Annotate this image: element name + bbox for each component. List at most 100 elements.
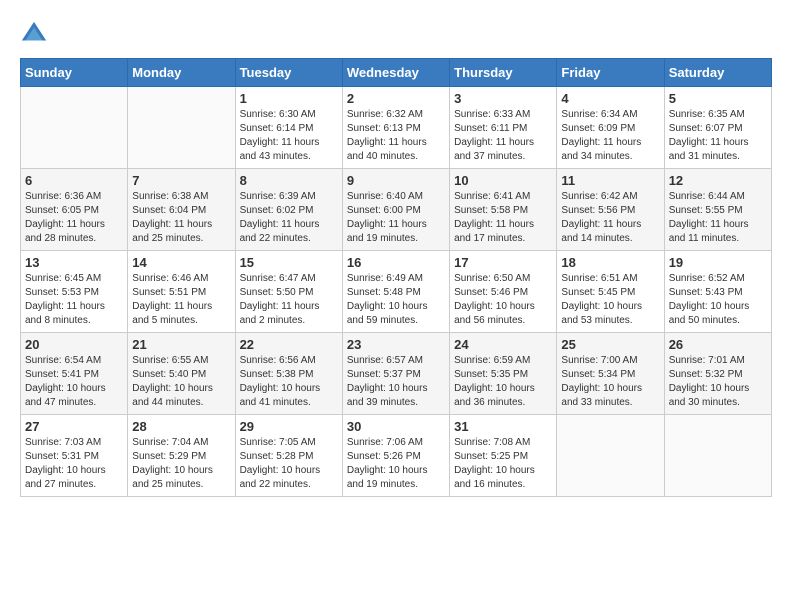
day-number: 10: [454, 173, 552, 188]
day-info: Sunrise: 6:54 AM Sunset: 5:41 PM Dayligh…: [25, 354, 123, 410]
day-info: Sunrise: 6:40 AM Sunset: 6:00 PM Dayligh…: [347, 190, 445, 246]
calendar-cell: 8 Sunrise: 6:39 AM Sunset: 6:02 PM Daylig…: [235, 169, 342, 251]
calendar-cell: 15 Sunrise: 6:47 AM Sunset: 5:50 PM Dayli…: [235, 251, 342, 333]
calendar-cell: 12 Sunrise: 6:44 AM Sunset: 5:55 PM Dayli…: [664, 169, 771, 251]
calendar-cell: 4 Sunrise: 6:34 AM Sunset: 6:09 PM Daylig…: [557, 87, 664, 169]
weekday-header-row: SundayMondayTuesdayWednesdayThursdayFrid…: [21, 59, 772, 87]
calendar-cell: 23 Sunrise: 6:57 AM Sunset: 5:37 PM Dayli…: [342, 333, 449, 415]
day-info: Sunrise: 6:35 AM Sunset: 6:07 PM Dayligh…: [669, 108, 767, 164]
calendar-table: SundayMondayTuesdayWednesdayThursdayFrid…: [20, 58, 772, 497]
day-info: Sunrise: 6:36 AM Sunset: 6:05 PM Dayligh…: [25, 190, 123, 246]
day-info: Sunrise: 6:57 AM Sunset: 5:37 PM Dayligh…: [347, 354, 445, 410]
calendar-week-3: 13 Sunrise: 6:45 AM Sunset: 5:53 PM Dayli…: [21, 251, 772, 333]
day-info: Sunrise: 7:03 AM Sunset: 5:31 PM Dayligh…: [25, 436, 123, 492]
calendar-cell: 1Sunrise: 6:30 AM Sunset: 6:14 PM Daylig…: [235, 87, 342, 169]
calendar-cell: 3 Sunrise: 6:33 AM Sunset: 6:11 PM Daylig…: [450, 87, 557, 169]
day-info: Sunrise: 6:56 AM Sunset: 5:38 PM Dayligh…: [240, 354, 338, 410]
calendar-cell: 7 Sunrise: 6:38 AM Sunset: 6:04 PM Daylig…: [128, 169, 235, 251]
page-header: [20, 20, 772, 48]
calendar-cell: 24 Sunrise: 6:59 AM Sunset: 5:35 PM Dayli…: [450, 333, 557, 415]
day-info: Sunrise: 6:34 AM Sunset: 6:09 PM Dayligh…: [561, 108, 659, 164]
logo: [20, 20, 50, 48]
day-number: 7: [132, 173, 230, 188]
day-number: 25: [561, 337, 659, 352]
weekday-header-thursday: Thursday: [450, 59, 557, 87]
weekday-header-wednesday: Wednesday: [342, 59, 449, 87]
calendar-cell: 11 Sunrise: 6:42 AM Sunset: 5:56 PM Dayli…: [557, 169, 664, 251]
calendar-cell: 31Sunrise: 7:08 AM Sunset: 5:25 PM Dayli…: [450, 415, 557, 497]
calendar-cell: [557, 415, 664, 497]
logo-icon: [20, 20, 48, 48]
day-number: 26: [669, 337, 767, 352]
weekday-header-saturday: Saturday: [664, 59, 771, 87]
calendar-cell: 9 Sunrise: 6:40 AM Sunset: 6:00 PM Daylig…: [342, 169, 449, 251]
day-number: 31: [454, 419, 552, 434]
calendar-cell: 26 Sunrise: 7:01 AM Sunset: 5:32 PM Dayli…: [664, 333, 771, 415]
day-number: 17: [454, 255, 552, 270]
day-info: Sunrise: 6:30 AM Sunset: 6:14 PM Dayligh…: [240, 108, 338, 164]
calendar-cell: [664, 415, 771, 497]
day-number: 12: [669, 173, 767, 188]
day-info: Sunrise: 6:42 AM Sunset: 5:56 PM Dayligh…: [561, 190, 659, 246]
day-info: Sunrise: 6:55 AM Sunset: 5:40 PM Dayligh…: [132, 354, 230, 410]
weekday-header-friday: Friday: [557, 59, 664, 87]
day-info: Sunrise: 6:44 AM Sunset: 5:55 PM Dayligh…: [669, 190, 767, 246]
calendar-cell: 18Sunrise: 6:51 AM Sunset: 5:45 PM Dayli…: [557, 251, 664, 333]
calendar-week-2: 6Sunrise: 6:36 AM Sunset: 6:05 PM Daylig…: [21, 169, 772, 251]
calendar-cell: 30Sunrise: 7:06 AM Sunset: 5:26 PM Dayli…: [342, 415, 449, 497]
day-number: 8: [240, 173, 338, 188]
day-number: 24: [454, 337, 552, 352]
day-number: 11: [561, 173, 659, 188]
calendar-cell: 21 Sunrise: 6:55 AM Sunset: 5:40 PM Dayli…: [128, 333, 235, 415]
day-info: Sunrise: 7:05 AM Sunset: 5:28 PM Dayligh…: [240, 436, 338, 492]
calendar-cell: 17 Sunrise: 6:50 AM Sunset: 5:46 PM Dayli…: [450, 251, 557, 333]
day-info: Sunrise: 6:59 AM Sunset: 5:35 PM Dayligh…: [454, 354, 552, 410]
day-number: 5: [669, 91, 767, 106]
calendar-cell: 27Sunrise: 7:03 AM Sunset: 5:31 PM Dayli…: [21, 415, 128, 497]
calendar-cell: [128, 87, 235, 169]
day-info: Sunrise: 6:50 AM Sunset: 5:46 PM Dayligh…: [454, 272, 552, 328]
calendar-cell: 29 Sunrise: 7:05 AM Sunset: 5:28 PM Dayli…: [235, 415, 342, 497]
calendar-cell: 25 Sunrise: 7:00 AM Sunset: 5:34 PM Dayli…: [557, 333, 664, 415]
day-info: Sunrise: 7:04 AM Sunset: 5:29 PM Dayligh…: [132, 436, 230, 492]
day-number: 28: [132, 419, 230, 434]
calendar-cell: 5 Sunrise: 6:35 AM Sunset: 6:07 PM Daylig…: [664, 87, 771, 169]
day-number: 29: [240, 419, 338, 434]
calendar-cell: 14Sunrise: 6:46 AM Sunset: 5:51 PM Dayli…: [128, 251, 235, 333]
day-info: Sunrise: 6:51 AM Sunset: 5:45 PM Dayligh…: [561, 272, 659, 328]
calendar-cell: 10Sunrise: 6:41 AM Sunset: 5:58 PM Dayli…: [450, 169, 557, 251]
day-info: Sunrise: 7:01 AM Sunset: 5:32 PM Dayligh…: [669, 354, 767, 410]
calendar-cell: 20 Sunrise: 6:54 AM Sunset: 5:41 PM Dayli…: [21, 333, 128, 415]
day-info: Sunrise: 6:47 AM Sunset: 5:50 PM Dayligh…: [240, 272, 338, 328]
calendar-cell: 2Sunrise: 6:32 AM Sunset: 6:13 PM Daylig…: [342, 87, 449, 169]
calendar-cell: [21, 87, 128, 169]
day-number: 4: [561, 91, 659, 106]
day-number: 15: [240, 255, 338, 270]
calendar-cell: 16Sunrise: 6:49 AM Sunset: 5:48 PM Dayli…: [342, 251, 449, 333]
day-info: Sunrise: 6:32 AM Sunset: 6:13 PM Dayligh…: [347, 108, 445, 164]
day-info: Sunrise: 6:39 AM Sunset: 6:02 PM Dayligh…: [240, 190, 338, 246]
day-number: 23: [347, 337, 445, 352]
day-number: 20: [25, 337, 123, 352]
calendar-cell: 22 Sunrise: 6:56 AM Sunset: 5:38 PM Dayli…: [235, 333, 342, 415]
calendar-cell: 19Sunrise: 6:52 AM Sunset: 5:43 PM Dayli…: [664, 251, 771, 333]
day-number: 16: [347, 255, 445, 270]
weekday-header-tuesday: Tuesday: [235, 59, 342, 87]
calendar-week-4: 20 Sunrise: 6:54 AM Sunset: 5:41 PM Dayli…: [21, 333, 772, 415]
day-info: Sunrise: 6:38 AM Sunset: 6:04 PM Dayligh…: [132, 190, 230, 246]
calendar-week-5: 27Sunrise: 7:03 AM Sunset: 5:31 PM Dayli…: [21, 415, 772, 497]
day-number: 3: [454, 91, 552, 106]
day-info: Sunrise: 6:52 AM Sunset: 5:43 PM Dayligh…: [669, 272, 767, 328]
calendar-cell: 28 Sunrise: 7:04 AM Sunset: 5:29 PM Dayli…: [128, 415, 235, 497]
day-number: 13: [25, 255, 123, 270]
day-info: Sunrise: 6:45 AM Sunset: 5:53 PM Dayligh…: [25, 272, 123, 328]
calendar-cell: 6Sunrise: 6:36 AM Sunset: 6:05 PM Daylig…: [21, 169, 128, 251]
day-info: Sunrise: 7:00 AM Sunset: 5:34 PM Dayligh…: [561, 354, 659, 410]
calendar-cell: 13 Sunrise: 6:45 AM Sunset: 5:53 PM Dayli…: [21, 251, 128, 333]
day-number: 9: [347, 173, 445, 188]
weekday-header-monday: Monday: [128, 59, 235, 87]
day-info: Sunrise: 6:46 AM Sunset: 5:51 PM Dayligh…: [132, 272, 230, 328]
day-info: Sunrise: 6:33 AM Sunset: 6:11 PM Dayligh…: [454, 108, 552, 164]
day-number: 22: [240, 337, 338, 352]
day-number: 21: [132, 337, 230, 352]
